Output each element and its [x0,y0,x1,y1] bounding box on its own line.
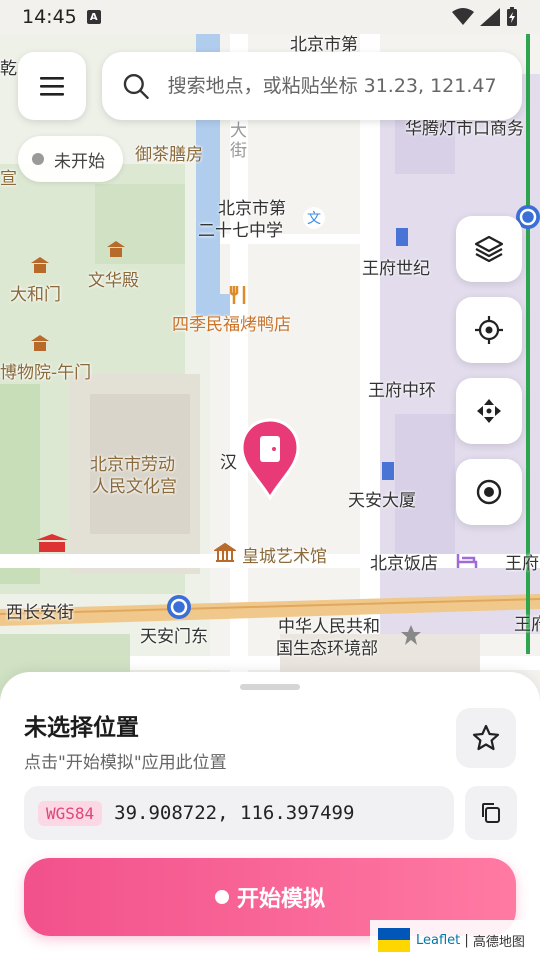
map-label: 天安大厦 [348,491,416,511]
map-label: 文华殿 [88,271,139,291]
location-bottom-sheet: 未选择位置 点击"开始模拟"应用此位置 WGS84 39.908722, 116… [0,672,540,960]
layers-button[interactable] [456,216,522,282]
attribution-provider: 高德地图 [472,934,525,950]
coord-system-badge: WGS84 [38,800,103,826]
map-attribution: Leaflet | 高德地图 [370,920,540,960]
svg-text:文: 文 [307,211,321,227]
map-label: 汉 [220,453,237,473]
metro-station-icon [167,595,191,619]
status-label: 未开始 [54,151,105,172]
map-label: 北京饭店 [370,554,438,574]
center-target-button[interactable] [456,459,522,525]
tiananmen-icon [36,534,68,552]
favorite-button[interactable] [456,708,516,768]
building-icon [396,228,408,246]
status-time: 14:45 [22,6,77,28]
map-label: 人民文化宫 [92,477,177,497]
map-label: 王府世纪 [362,259,430,279]
selected-location-hint: 点击"开始模拟"应用此位置 [24,753,227,773]
star-icon [472,724,500,751]
palace-icon [31,335,49,351]
map-label: 博物院-午门 [0,363,92,383]
map-label: 街 [230,141,247,161]
search-bar[interactable] [102,52,522,120]
building-icon [382,462,394,480]
search-input[interactable] [167,75,522,97]
layers-icon [474,235,504,263]
simulation-status-chip: 未开始 [18,136,123,182]
map-label: 二十七中学 [198,221,283,241]
palace-icon [107,241,125,257]
map-label: 皇城艺术馆 [242,547,327,567]
map-label: 御茶膳房 [135,145,203,165]
battery-icon [507,7,517,26]
map-label: 四季民福烤鸭店 [172,315,291,335]
map-label: 西长安街 [6,603,74,623]
wifi-icon [452,8,474,25]
map-label: 宣 [0,169,17,189]
start-simulation-label: 开始模拟 [236,887,325,912]
coordinate-field[interactable]: WGS84 39.908722, 116.397499 [24,786,454,840]
start-dot-icon [214,890,229,904]
search-icon [123,73,149,99]
copy-coordinates-button[interactable] [465,786,517,840]
ukraine-flag-icon [378,928,410,952]
selected-location-title: 未选择位置 [24,715,139,741]
hamburger-icon [40,77,64,96]
map-label: 国生态环境部 [276,639,378,659]
location-pin-icon[interactable] [240,418,300,500]
restaurant-icon [229,286,246,304]
joystick-button[interactable] [456,378,522,444]
status-dot [32,153,44,165]
hotel-icon [456,554,478,568]
copy-icon [482,803,500,823]
map-label: 天安门东 [140,627,208,647]
crosshair-icon [475,316,503,344]
attribution-separator: | [460,932,473,948]
map-label: 王府中环 [368,381,436,401]
landmark-star-icon [401,625,421,645]
menu-button[interactable] [18,52,86,120]
move-arrows-icon [477,399,501,423]
map-label: 大和门 [10,285,61,305]
coordinate-value: 39.908722, 116.397499 [114,802,355,824]
signal-icon [480,8,500,26]
map-label: 乾 [0,59,17,79]
museum-icon [214,542,236,562]
leaflet-link[interactable]: Leaflet [416,933,460,948]
palace-icon [31,257,49,273]
map-label: 王府 [514,615,540,635]
status-bar: 14:45 A [0,0,540,34]
map-label: 王府 [505,554,539,574]
target-icon [476,479,502,505]
sheet-drag-handle[interactable] [240,684,300,690]
my-location-button[interactable] [456,297,522,363]
school-icon: 文 [303,207,325,229]
notification-icon: A [86,10,101,24]
